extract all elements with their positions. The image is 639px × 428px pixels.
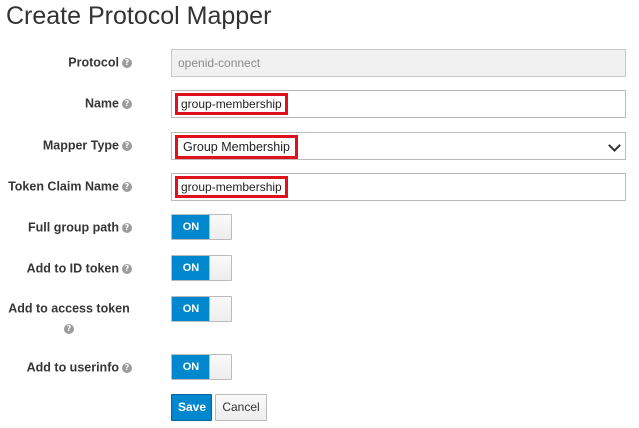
help-icon[interactable]: ? — [122, 140, 132, 151]
add-to-userinfo-label: Add to userinfo? — [27, 360, 132, 375]
save-button[interactable]: Save — [171, 394, 212, 421]
help-icon[interactable]: ? — [122, 98, 132, 109]
token-claim-name-value: group-membership — [175, 176, 288, 198]
toggle-knob — [209, 297, 231, 321]
toggle-knob — [209, 355, 231, 379]
token-claim-name-label: Token Claim Name? — [8, 179, 132, 194]
chevron-down-icon — [608, 139, 621, 152]
name-field[interactable]: group-membership — [171, 90, 626, 118]
protocol-label: Protocol? — [68, 55, 132, 70]
help-icon[interactable]: ? — [122, 57, 132, 68]
add-to-id-token-toggle[interactable]: ON — [171, 255, 232, 281]
token-claim-name-field[interactable]: group-membership — [171, 173, 626, 201]
toggle-knob — [209, 256, 231, 280]
full-group-path-label: Full group path? — [28, 220, 132, 235]
add-to-id-token-label: Add to ID token? — [27, 261, 132, 276]
cancel-button[interactable]: Cancel — [215, 394, 267, 421]
create-protocol-mapper-page: Create Protocol Mapper Protocol? openid-… — [0, 0, 639, 428]
add-to-access-token-label: Add to access token? — [8, 301, 130, 335]
help-icon[interactable]: ? — [122, 263, 132, 274]
protocol-field: openid-connect — [171, 49, 626, 77]
help-icon[interactable]: ? — [122, 181, 132, 192]
toggle-knob — [209, 215, 231, 239]
full-group-path-toggle[interactable]: ON — [171, 214, 232, 240]
help-icon[interactable]: ? — [122, 222, 132, 233]
mapper-type-value: Group Membership — [175, 135, 298, 159]
help-icon[interactable]: ? — [122, 362, 132, 373]
page-title: Create Protocol Mapper — [6, 2, 272, 30]
mapper-type-select[interactable]: Group Membership — [171, 132, 626, 160]
mapper-type-label: Mapper Type? — [43, 138, 132, 153]
add-to-userinfo-toggle[interactable]: ON — [171, 354, 232, 380]
name-value: group-membership — [175, 93, 288, 115]
name-label: Name? — [85, 96, 132, 111]
add-to-access-token-toggle[interactable]: ON — [171, 296, 232, 322]
help-icon[interactable]: ? — [64, 324, 74, 335]
